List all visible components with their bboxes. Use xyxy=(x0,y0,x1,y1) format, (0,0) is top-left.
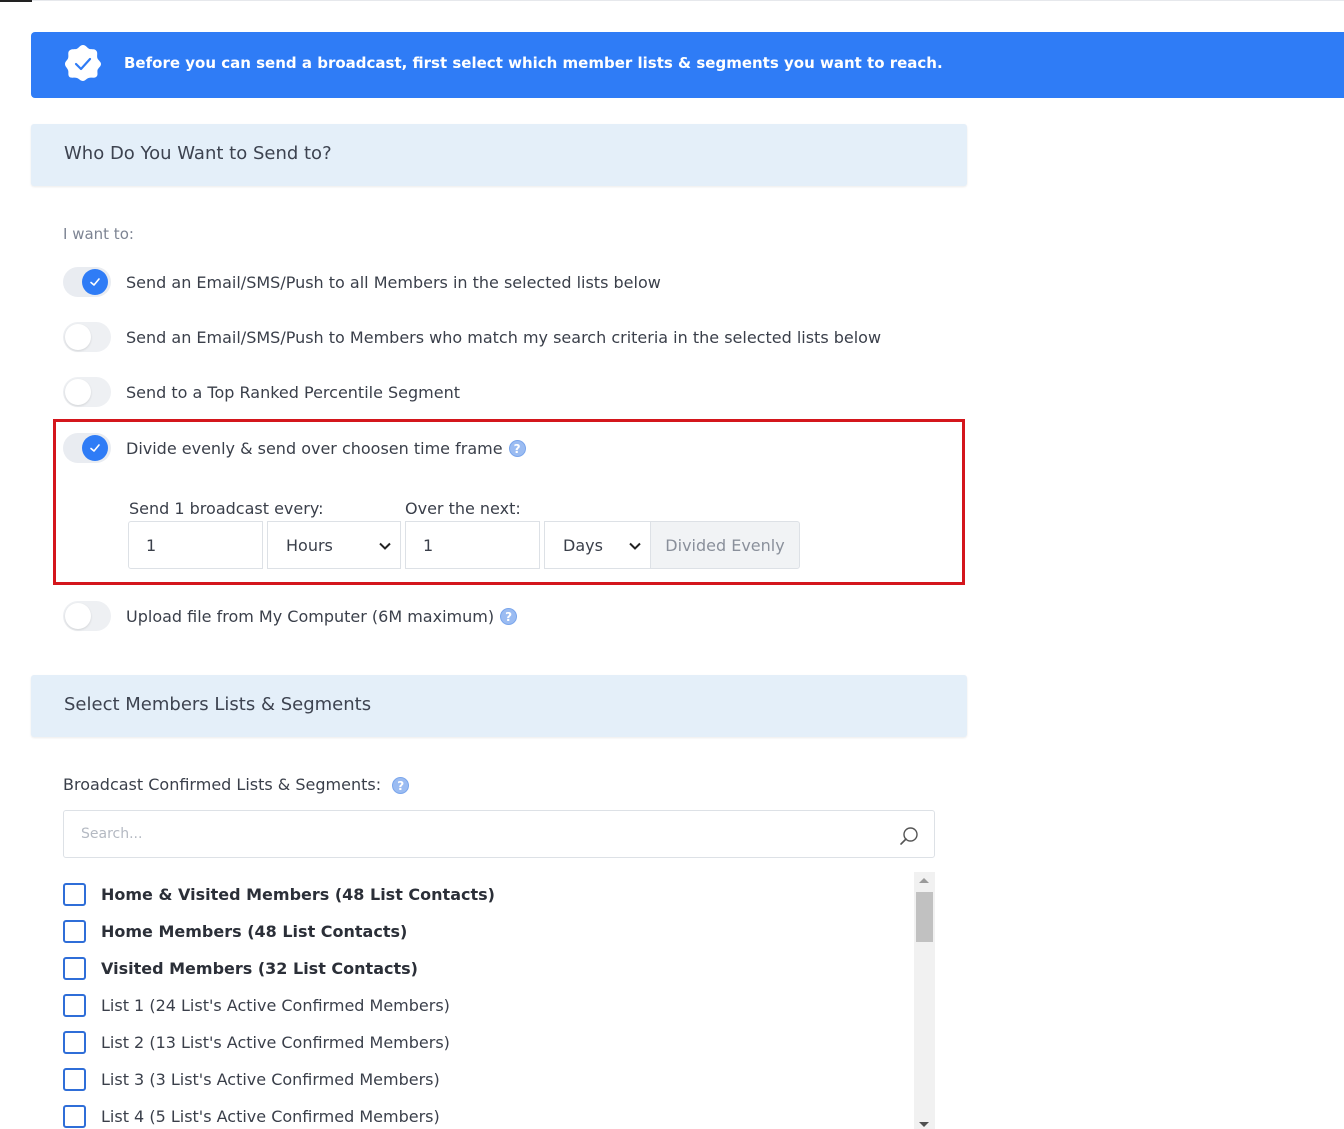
list-item-label: List 3 (3 List's Active Confirmed Member… xyxy=(101,1069,440,1089)
lists-label: Broadcast Confirmed Lists & Segments: ? xyxy=(63,775,410,794)
search-icon[interactable] xyxy=(898,825,920,847)
list-item-label: Visited Members (32 List Contacts) xyxy=(101,958,418,978)
interval-unit-value: Hours xyxy=(286,535,333,555)
toggle-knob xyxy=(65,603,91,629)
section-title: Select Members Lists & Segments xyxy=(64,694,372,715)
help-icon[interactable]: ? xyxy=(392,777,410,794)
list-scrollbar[interactable] xyxy=(914,872,935,1129)
scroll-down-arrow-icon[interactable] xyxy=(919,1122,929,1127)
interval-unit-select[interactable]: Hours xyxy=(267,521,401,569)
member-lists: Home & Visited Members (48 List Contacts… xyxy=(63,872,935,1129)
banner-message: Before you can send a broadcast, first s… xyxy=(124,54,943,72)
check-icon xyxy=(82,435,108,461)
toggle-top-ranked[interactable] xyxy=(63,377,111,407)
list-checkbox[interactable] xyxy=(63,882,86,906)
list-checkbox[interactable] xyxy=(63,919,86,943)
interval-value-input[interactable]: 1 xyxy=(128,521,263,569)
option-label: Send an Email/SMS/Push to all Members in… xyxy=(126,272,661,292)
list-item-label: List 4 (5 List's Active Confirmed Member… xyxy=(101,1106,440,1126)
scroll-up-arrow-icon[interactable] xyxy=(919,878,929,883)
option-label: Send an Email/SMS/Push to Members who ma… xyxy=(126,327,882,347)
option-search-criteria[interactable]: Send an Email/SMS/Push to Members who ma… xyxy=(63,321,881,353)
list-item[interactable]: Home Members (48 List Contacts) xyxy=(63,918,407,944)
help-icon[interactable]: ? xyxy=(508,439,526,457)
duration-unit-value: Days xyxy=(563,535,603,555)
list-item[interactable]: List 2 (13 List's Active Confirmed Membe… xyxy=(63,1029,450,1055)
duration-unit-select[interactable]: Days xyxy=(544,521,651,569)
toggle-knob xyxy=(65,324,91,350)
toggle-all-members[interactable] xyxy=(63,267,111,297)
option-label: Send to a Top Ranked Percentile Segment xyxy=(126,382,461,402)
option-all-members[interactable]: Send an Email/SMS/Push to all Members in… xyxy=(63,266,661,298)
list-item-label: Home & Visited Members (48 List Contacts… xyxy=(101,884,495,904)
option-top-ranked[interactable]: Send to a Top Ranked Percentile Segment xyxy=(63,376,460,408)
list-item[interactable]: Visited Members (32 List Contacts) xyxy=(63,955,418,981)
list-checkbox[interactable] xyxy=(63,1104,86,1128)
check-icon xyxy=(82,269,108,295)
list-item[interactable]: List 4 (5 List's Active Confirmed Member… xyxy=(63,1103,440,1129)
top-border xyxy=(0,0,1344,1)
list-checkbox[interactable] xyxy=(63,993,86,1017)
section-title: Who Do You Want to Send to? xyxy=(64,143,332,164)
list-item-label: List 2 (13 List's Active Confirmed Membe… xyxy=(101,1032,450,1052)
over-next-label: Over the next: xyxy=(405,499,521,518)
toggle-search-criteria[interactable] xyxy=(63,322,111,352)
section-header-recipients: Who Do You Want to Send to? xyxy=(31,124,967,186)
option-upload-file[interactable]: Upload file from My Computer (6M maximum… xyxy=(63,600,518,632)
toggle-knob xyxy=(65,379,91,405)
send-every-label: Send 1 broadcast every: xyxy=(129,499,324,518)
help-icon[interactable]: ? xyxy=(500,607,518,625)
toggle-divide-evenly[interactable] xyxy=(63,433,111,463)
chevron-down-icon xyxy=(379,542,391,550)
list-checkbox[interactable] xyxy=(63,1030,86,1054)
section-header-lists: Select Members Lists & Segments xyxy=(31,675,967,737)
list-item[interactable]: List 1 (24 List's Active Confirmed Membe… xyxy=(63,992,450,1018)
verified-badge-icon xyxy=(64,44,102,82)
lists-label-text: Broadcast Confirmed Lists & Segments: xyxy=(63,775,382,794)
list-item-label: List 1 (24 List's Active Confirmed Membe… xyxy=(101,995,450,1015)
search-input[interactable]: Search... xyxy=(63,810,935,858)
list-item[interactable]: List 3 (3 List's Active Confirmed Member… xyxy=(63,1066,440,1092)
list-checkbox[interactable] xyxy=(63,956,86,980)
option-label: Upload file from My Computer (6M maximum… xyxy=(126,606,495,626)
option-divide-evenly[interactable]: Divide evenly & send over choosen time f… xyxy=(63,432,526,464)
chevron-down-icon xyxy=(629,542,641,550)
option-label: Divide evenly & send over choosen time f… xyxy=(126,438,503,458)
divided-evenly-addon: Divided Evenly xyxy=(650,521,800,569)
toggle-upload-file[interactable] xyxy=(63,601,111,631)
scroll-thumb[interactable] xyxy=(916,892,933,942)
duration-value-input[interactable]: 1 xyxy=(405,521,540,569)
top-tab-marker xyxy=(0,0,32,2)
list-checkbox[interactable] xyxy=(63,1067,86,1091)
intro-label: I want to: xyxy=(63,225,134,243)
list-item-label: Home Members (48 List Contacts) xyxy=(101,921,408,941)
list-item[interactable]: Home & Visited Members (48 List Contacts… xyxy=(63,881,495,907)
search-placeholder: Search... xyxy=(81,826,143,842)
